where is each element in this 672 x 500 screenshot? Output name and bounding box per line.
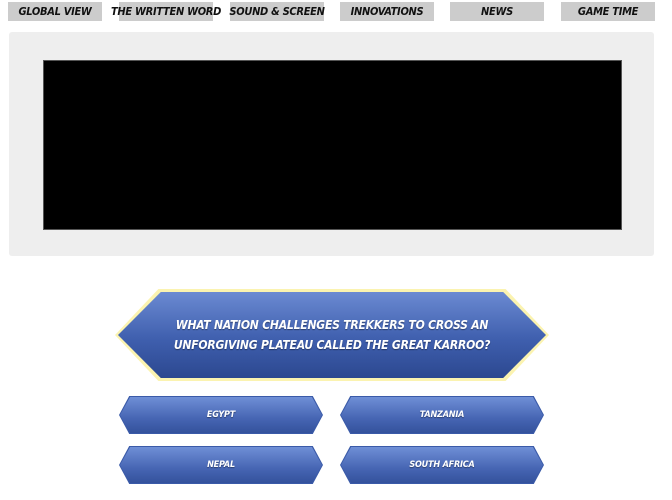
answer-label: TANZANIA xyxy=(341,397,543,433)
tab-game-time[interactable]: GAME TIME xyxy=(561,2,655,21)
answer-button-south-africa[interactable]: SOUTH AFRICA xyxy=(340,446,544,484)
answer-button-tanzania[interactable]: TANZANIA xyxy=(340,396,544,434)
top-nav: GLOBAL VIEW THE WRITTEN WORD SOUND & SCR… xyxy=(0,0,672,22)
tab-news[interactable]: NEWS xyxy=(450,2,544,21)
answer-button-egypt[interactable]: EGYPT xyxy=(119,396,323,434)
answer-button-nepal[interactable]: NEPAL xyxy=(119,446,323,484)
video-player[interactable] xyxy=(43,60,622,230)
answer-label: SOUTH AFRICA xyxy=(341,447,543,483)
question-card: WHAT NATION CHALLENGES TREKKERS TO CROSS… xyxy=(115,289,549,381)
answer-label: EGYPT xyxy=(120,397,322,433)
tab-the-written-word[interactable]: THE WRITTEN WORD xyxy=(111,2,221,21)
media-panel xyxy=(9,32,654,256)
answer-label: NEPAL xyxy=(120,447,322,483)
tab-innovations[interactable]: INNOVATIONS xyxy=(340,2,434,21)
tab-global-view[interactable]: GLOBAL VIEW xyxy=(8,2,102,21)
tab-sound-and-screen[interactable]: SOUND & SCREEN xyxy=(229,2,325,21)
question-text: WHAT NATION CHALLENGES TREKKERS TO CROSS… xyxy=(118,292,546,378)
